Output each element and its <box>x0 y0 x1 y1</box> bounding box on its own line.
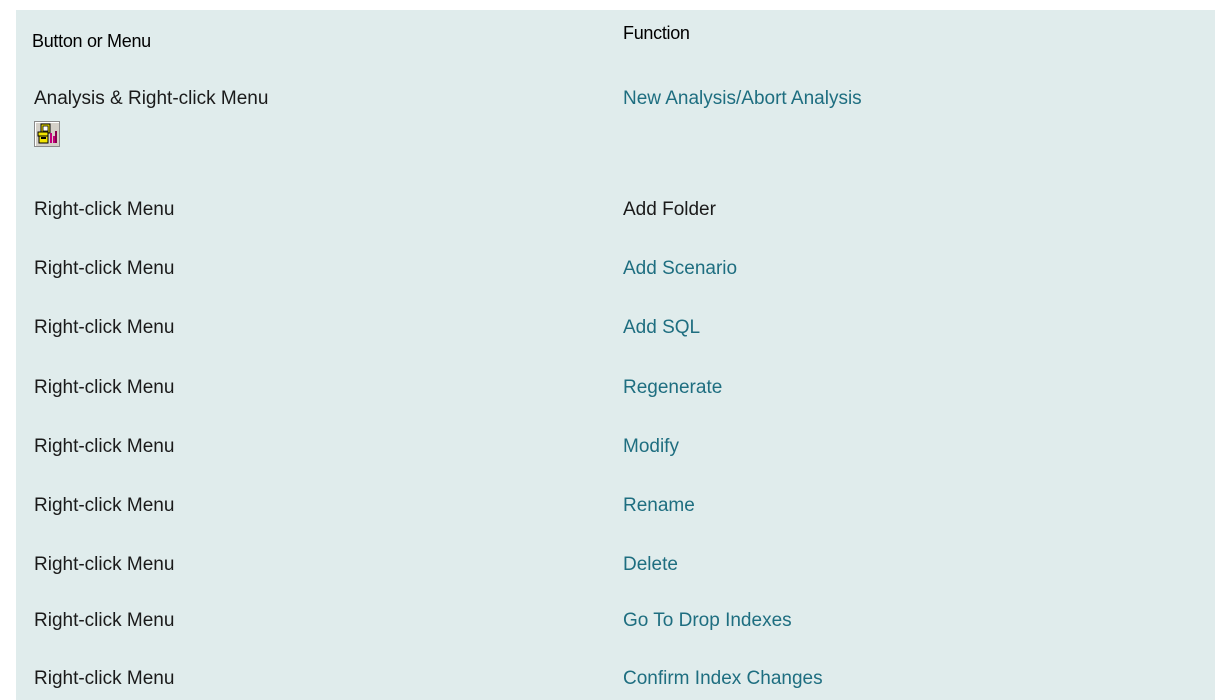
button-or-menu-cell: Right-click Menu <box>34 610 175 631</box>
button-or-menu-cell: Right-click Menu <box>34 317 175 338</box>
function-link[interactable]: Modify <box>623 436 679 458</box>
function-link[interactable]: Add SQL <box>623 317 700 339</box>
table-row: Right-click Menu Regenerate <box>16 377 1215 436</box>
function-link[interactable]: Add Scenario <box>623 258 737 280</box>
button-or-menu-cell: Analysis & Right-click Menu <box>34 88 269 109</box>
function-link[interactable]: Go To Drop Indexes <box>623 610 792 632</box>
table-row: Right-click Menu Modify <box>16 436 1215 495</box>
button-or-menu-cell: Right-click Menu <box>34 258 175 279</box>
button-or-menu-cell: Right-click Menu <box>34 199 175 220</box>
function-link[interactable]: Rename <box>623 495 695 517</box>
table-row: Analysis & Right-click Menu New Analysis… <box>16 85 1215 174</box>
function-text: Add Folder <box>623 199 716 220</box>
table-header-row: Button or Menu Function <box>16 10 1215 70</box>
table-row: Right-click Menu Confirm Index Changes <box>16 668 1215 700</box>
function-link[interactable]: New Analysis/Abort Analysis <box>623 88 862 110</box>
table-row: Right-click Menu Add Folder <box>16 199 1215 258</box>
button-or-menu-cell: Right-click Menu <box>34 668 175 689</box>
table-row: Right-click Menu Add SQL <box>16 317 1215 376</box>
table-row: Right-click Menu Delete <box>16 554 1215 613</box>
button-or-menu-cell: Right-click Menu <box>34 377 175 398</box>
button-or-menu-cell: Right-click Menu <box>34 436 175 457</box>
header-function: Function <box>623 23 690 43</box>
function-link[interactable]: Confirm Index Changes <box>623 668 823 690</box>
function-table: Button or Menu Function Analysis & Right… <box>16 10 1215 700</box>
table-row: Right-click Menu Rename <box>16 495 1215 554</box>
function-link[interactable]: Delete <box>623 554 678 576</box>
table-row: Right-click Menu Add Scenario <box>16 258 1215 317</box>
button-or-menu-cell: Right-click Menu <box>34 554 175 575</box>
header-button-or-menu: Button or Menu <box>32 31 151 51</box>
table-row: Right-click Menu Go To Drop Indexes <box>16 610 1215 669</box>
analysis-wizard-icon[interactable] <box>34 121 60 147</box>
button-or-menu-cell: Right-click Menu <box>34 495 175 516</box>
function-link[interactable]: Regenerate <box>623 377 722 399</box>
